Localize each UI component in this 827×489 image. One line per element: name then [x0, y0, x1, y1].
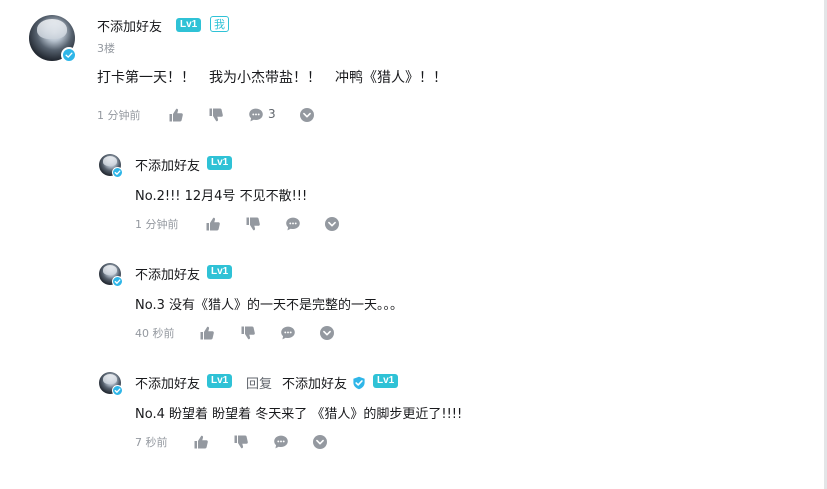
reply-time: 40 秒前: [135, 327, 175, 340]
avatar[interactable]: [99, 263, 123, 287]
like-thumbs-up-icon[interactable]: [205, 216, 221, 232]
reply-text: No.3 没有《猎人》的一天不是完整的一天。。。: [135, 298, 403, 313]
reply-speech-bubble-icon[interactable]: [285, 216, 301, 232]
level-badge: Lv1: [373, 374, 399, 388]
more-options-chevron-icon[interactable]: [299, 107, 315, 123]
floor-number: 3楼: [97, 42, 115, 55]
verified-badge-icon: [112, 276, 123, 287]
avatar[interactable]: [99, 372, 123, 396]
reply-speech-bubble-icon[interactable]: [280, 325, 296, 341]
dislike-thumbs-down-icon[interactable]: [240, 325, 256, 341]
like-thumbs-up-icon[interactable]: [199, 325, 215, 341]
comment-text: 打卡第一天！！ 我为小杰带盐！！ 冲鸭《猎人》！！: [97, 70, 447, 86]
reply-text: No.4 盼望着 盼望着 冬天来了 《猎人》的脚步更近了!!!!: [135, 407, 463, 422]
dislike-thumbs-down-icon[interactable]: [208, 107, 224, 123]
shield-check-icon: [352, 375, 366, 390]
level-badge: Lv1: [176, 18, 202, 32]
avatar[interactable]: [29, 15, 77, 63]
reply-speech-bubble-icon[interactable]: [248, 107, 264, 123]
me-tag: 我: [210, 16, 229, 32]
dislike-thumbs-down-icon[interactable]: [245, 216, 261, 232]
username[interactable]: 不添加好友: [97, 16, 162, 35]
username[interactable]: 不添加好友: [135, 373, 200, 392]
username[interactable]: 不添加好友: [135, 264, 200, 283]
reply-text: No.2!!! 12月4号 不见不散!!!: [135, 189, 308, 204]
verified-badge-icon: [112, 385, 123, 396]
username[interactable]: 不添加好友: [135, 155, 200, 174]
reply-time: 7 秒前: [135, 436, 168, 449]
reply-time: 1 分钟前: [135, 218, 179, 231]
avatar[interactable]: [99, 154, 123, 178]
verified-badge-icon: [61, 47, 77, 63]
reply-to-label: 回复: [246, 377, 273, 392]
reply-to-username[interactable]: 不添加好友: [282, 373, 347, 392]
reply-count: 3: [268, 107, 276, 121]
verified-badge-icon: [112, 167, 123, 178]
more-options-chevron-icon[interactable]: [324, 216, 340, 232]
like-thumbs-up-icon[interactable]: [168, 107, 184, 123]
level-badge: Lv1: [207, 156, 233, 170]
more-options-chevron-icon[interactable]: [319, 325, 335, 341]
like-thumbs-up-icon[interactable]: [193, 434, 209, 450]
comment-time: 1 分钟前: [97, 109, 141, 122]
more-options-chevron-icon[interactable]: [312, 434, 328, 450]
level-badge: Lv1: [207, 374, 233, 388]
level-badge: Lv1: [207, 265, 233, 279]
reply-speech-bubble-icon[interactable]: [273, 434, 289, 450]
dislike-thumbs-down-icon[interactable]: [233, 434, 249, 450]
